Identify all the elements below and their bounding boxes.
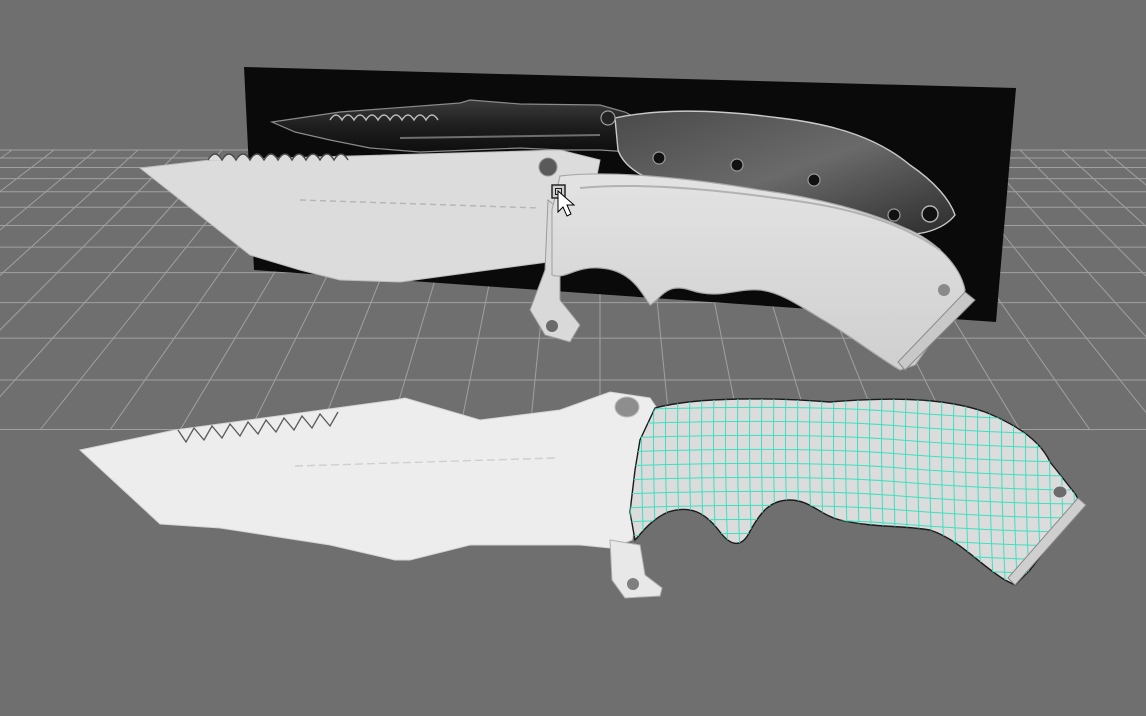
reference-rivet — [600, 110, 616, 126]
lowpoly-hole — [614, 396, 640, 418]
highpoly-guard-hole — [546, 320, 558, 332]
lowpoly-pommel-hole — [1052, 485, 1068, 499]
viewport-scene[interactable] — [0, 0, 1146, 716]
reference-rivet — [652, 151, 666, 165]
reference-rivet — [730, 158, 744, 172]
3d-viewport[interactable] — [0, 0, 1146, 716]
highpoly-pommel-hole — [938, 284, 950, 296]
highpoly-hole — [538, 157, 558, 177]
lowpoly-guard-hole — [627, 578, 639, 590]
reference-rivet — [807, 173, 821, 187]
reference-rivet — [887, 208, 901, 222]
reference-rivet — [921, 205, 939, 223]
